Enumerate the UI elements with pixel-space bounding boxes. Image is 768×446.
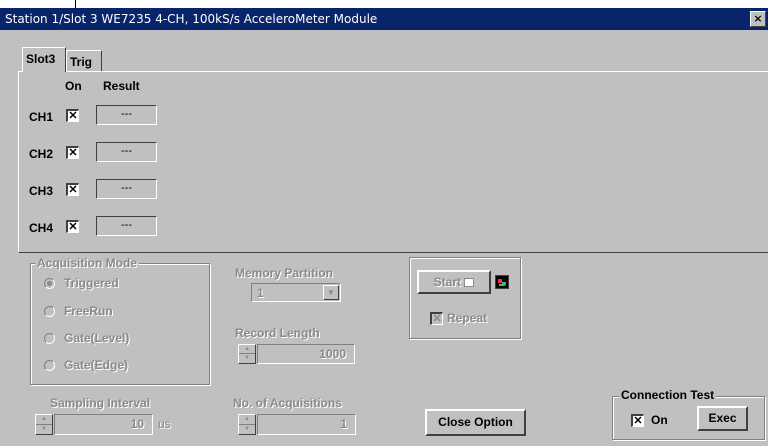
tab-trig-label: Trig <box>70 55 93 69</box>
acquisition-mode-title: Acquisition Mode <box>35 256 139 270</box>
radio-freerun-label: FreeRun <box>64 304 113 318</box>
spin-down-icon[interactable]: ▼ <box>36 425 52 435</box>
connection-test-title: Connection Test <box>619 388 717 402</box>
repeat-checkbox[interactable]: ✕ <box>430 312 443 325</box>
ch2-label: CH2 <box>29 147 54 161</box>
ch4-on-checkbox[interactable]: ✕ <box>66 220 79 233</box>
tab-slot3[interactable]: Slot3 <box>22 47 66 72</box>
ch4-result-field: --- <box>96 216 157 236</box>
no-of-acquisitions-label: No. of Acquisitions <box>233 396 342 410</box>
spin-up-icon[interactable]: ▲ <box>239 345 255 354</box>
ch4-label: CH4 <box>29 221 54 235</box>
graph-icon <box>495 275 509 289</box>
module-window: Station 1/Slot 3 WE7235 4-CH, 100kS/s Ac… <box>0 8 768 446</box>
record-length-input[interactable]: 1000 <box>257 344 355 364</box>
record-length-label: Record Length <box>235 326 320 340</box>
ch1-result-field: --- <box>96 105 157 125</box>
memory-partition-select[interactable]: 1 ▼ <box>251 283 341 302</box>
radio-freerun[interactable] <box>44 306 55 317</box>
exec-button[interactable]: Exec <box>697 406 748 431</box>
tab-trig[interactable]: Trig <box>66 50 102 71</box>
radio-gate-edge[interactable] <box>44 360 55 371</box>
window-title: Station 1/Slot 3 WE7235 4-CH, 100kS/s Ac… <box>5 12 378 26</box>
ch2-result-field: --- <box>96 142 157 162</box>
ch2-on-checkbox[interactable]: ✕ <box>66 146 79 159</box>
close-icon[interactable]: × <box>750 11 766 27</box>
spin-up-icon[interactable]: ▲ <box>239 415 255 425</box>
sampling-interval-spinner[interactable]: ▲ ▼ <box>35 414 53 435</box>
radio-gate-level[interactable] <box>44 333 55 344</box>
on-column-header: On <box>65 79 82 93</box>
title-bar: Station 1/Slot 3 WE7235 4-CH, 100kS/s Ac… <box>0 8 768 30</box>
ch3-result-field: --- <box>96 179 157 199</box>
radio-gate-level-label: Gate(Level) <box>64 331 130 345</box>
spin-down-icon[interactable]: ▼ <box>239 425 255 435</box>
ch3-on-checkbox[interactable]: ✕ <box>66 183 79 196</box>
close-option-button[interactable]: Close Option <box>425 409 526 436</box>
spin-down-icon[interactable]: ▼ <box>239 354 255 363</box>
result-column-header: Result <box>103 79 140 93</box>
ch3-label: CH3 <box>29 184 54 198</box>
tab-slot3-label: Slot3 <box>26 52 56 66</box>
connection-test-on-checkbox[interactable]: ✕ <box>631 414 644 427</box>
sampling-interval-input[interactable]: 10 <box>54 414 153 435</box>
start-button-label: Start <box>433 275 461 289</box>
ch1-label: CH1 <box>29 110 54 124</box>
memory-partition-label: Memory Partition <box>235 266 334 280</box>
radio-triggered[interactable] <box>44 278 55 289</box>
no-of-acquisitions-input[interactable]: 1 <box>257 414 356 435</box>
repeat-label: Repeat <box>447 311 488 325</box>
sampling-interval-label: Sampling Interval <box>50 396 151 410</box>
sampling-interval-unit: us <box>158 417 171 431</box>
ch1-on-checkbox[interactable]: ✕ <box>66 109 79 122</box>
memory-partition-value: 1 <box>257 286 264 300</box>
radio-triggered-label: Triggered <box>64 276 119 290</box>
record-length-spinner[interactable]: ▲ ▼ <box>238 344 256 364</box>
start-indicator-icon <box>464 278 475 288</box>
no-of-acquisitions-spinner[interactable]: ▲ ▼ <box>238 414 256 435</box>
spin-up-icon[interactable]: ▲ <box>36 415 52 425</box>
radio-gate-edge-label: Gate(Edge) <box>64 358 129 372</box>
start-button[interactable]: Start <box>417 270 491 294</box>
chevron-down-icon[interactable]: ▼ <box>323 285 339 300</box>
connection-test-on-label: On <box>651 413 668 427</box>
